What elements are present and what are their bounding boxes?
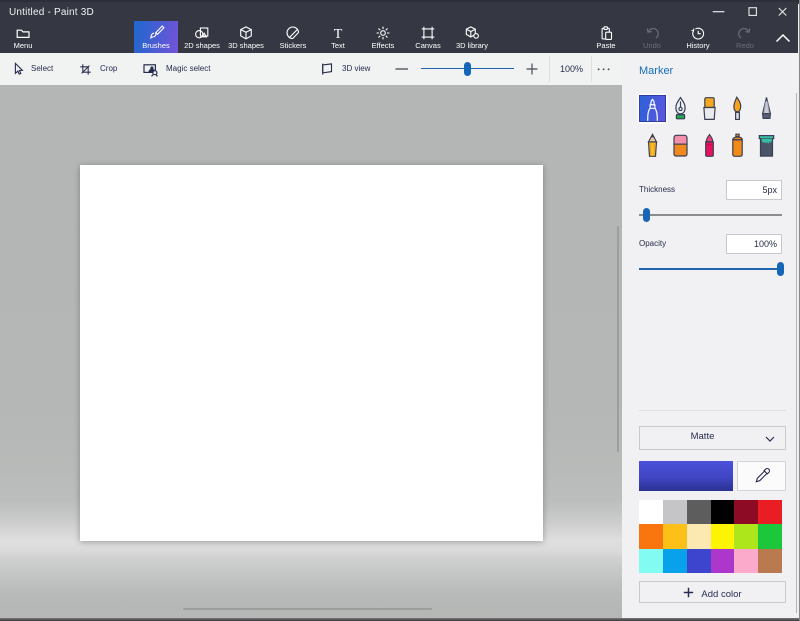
svg-text:T: T (334, 27, 343, 41)
